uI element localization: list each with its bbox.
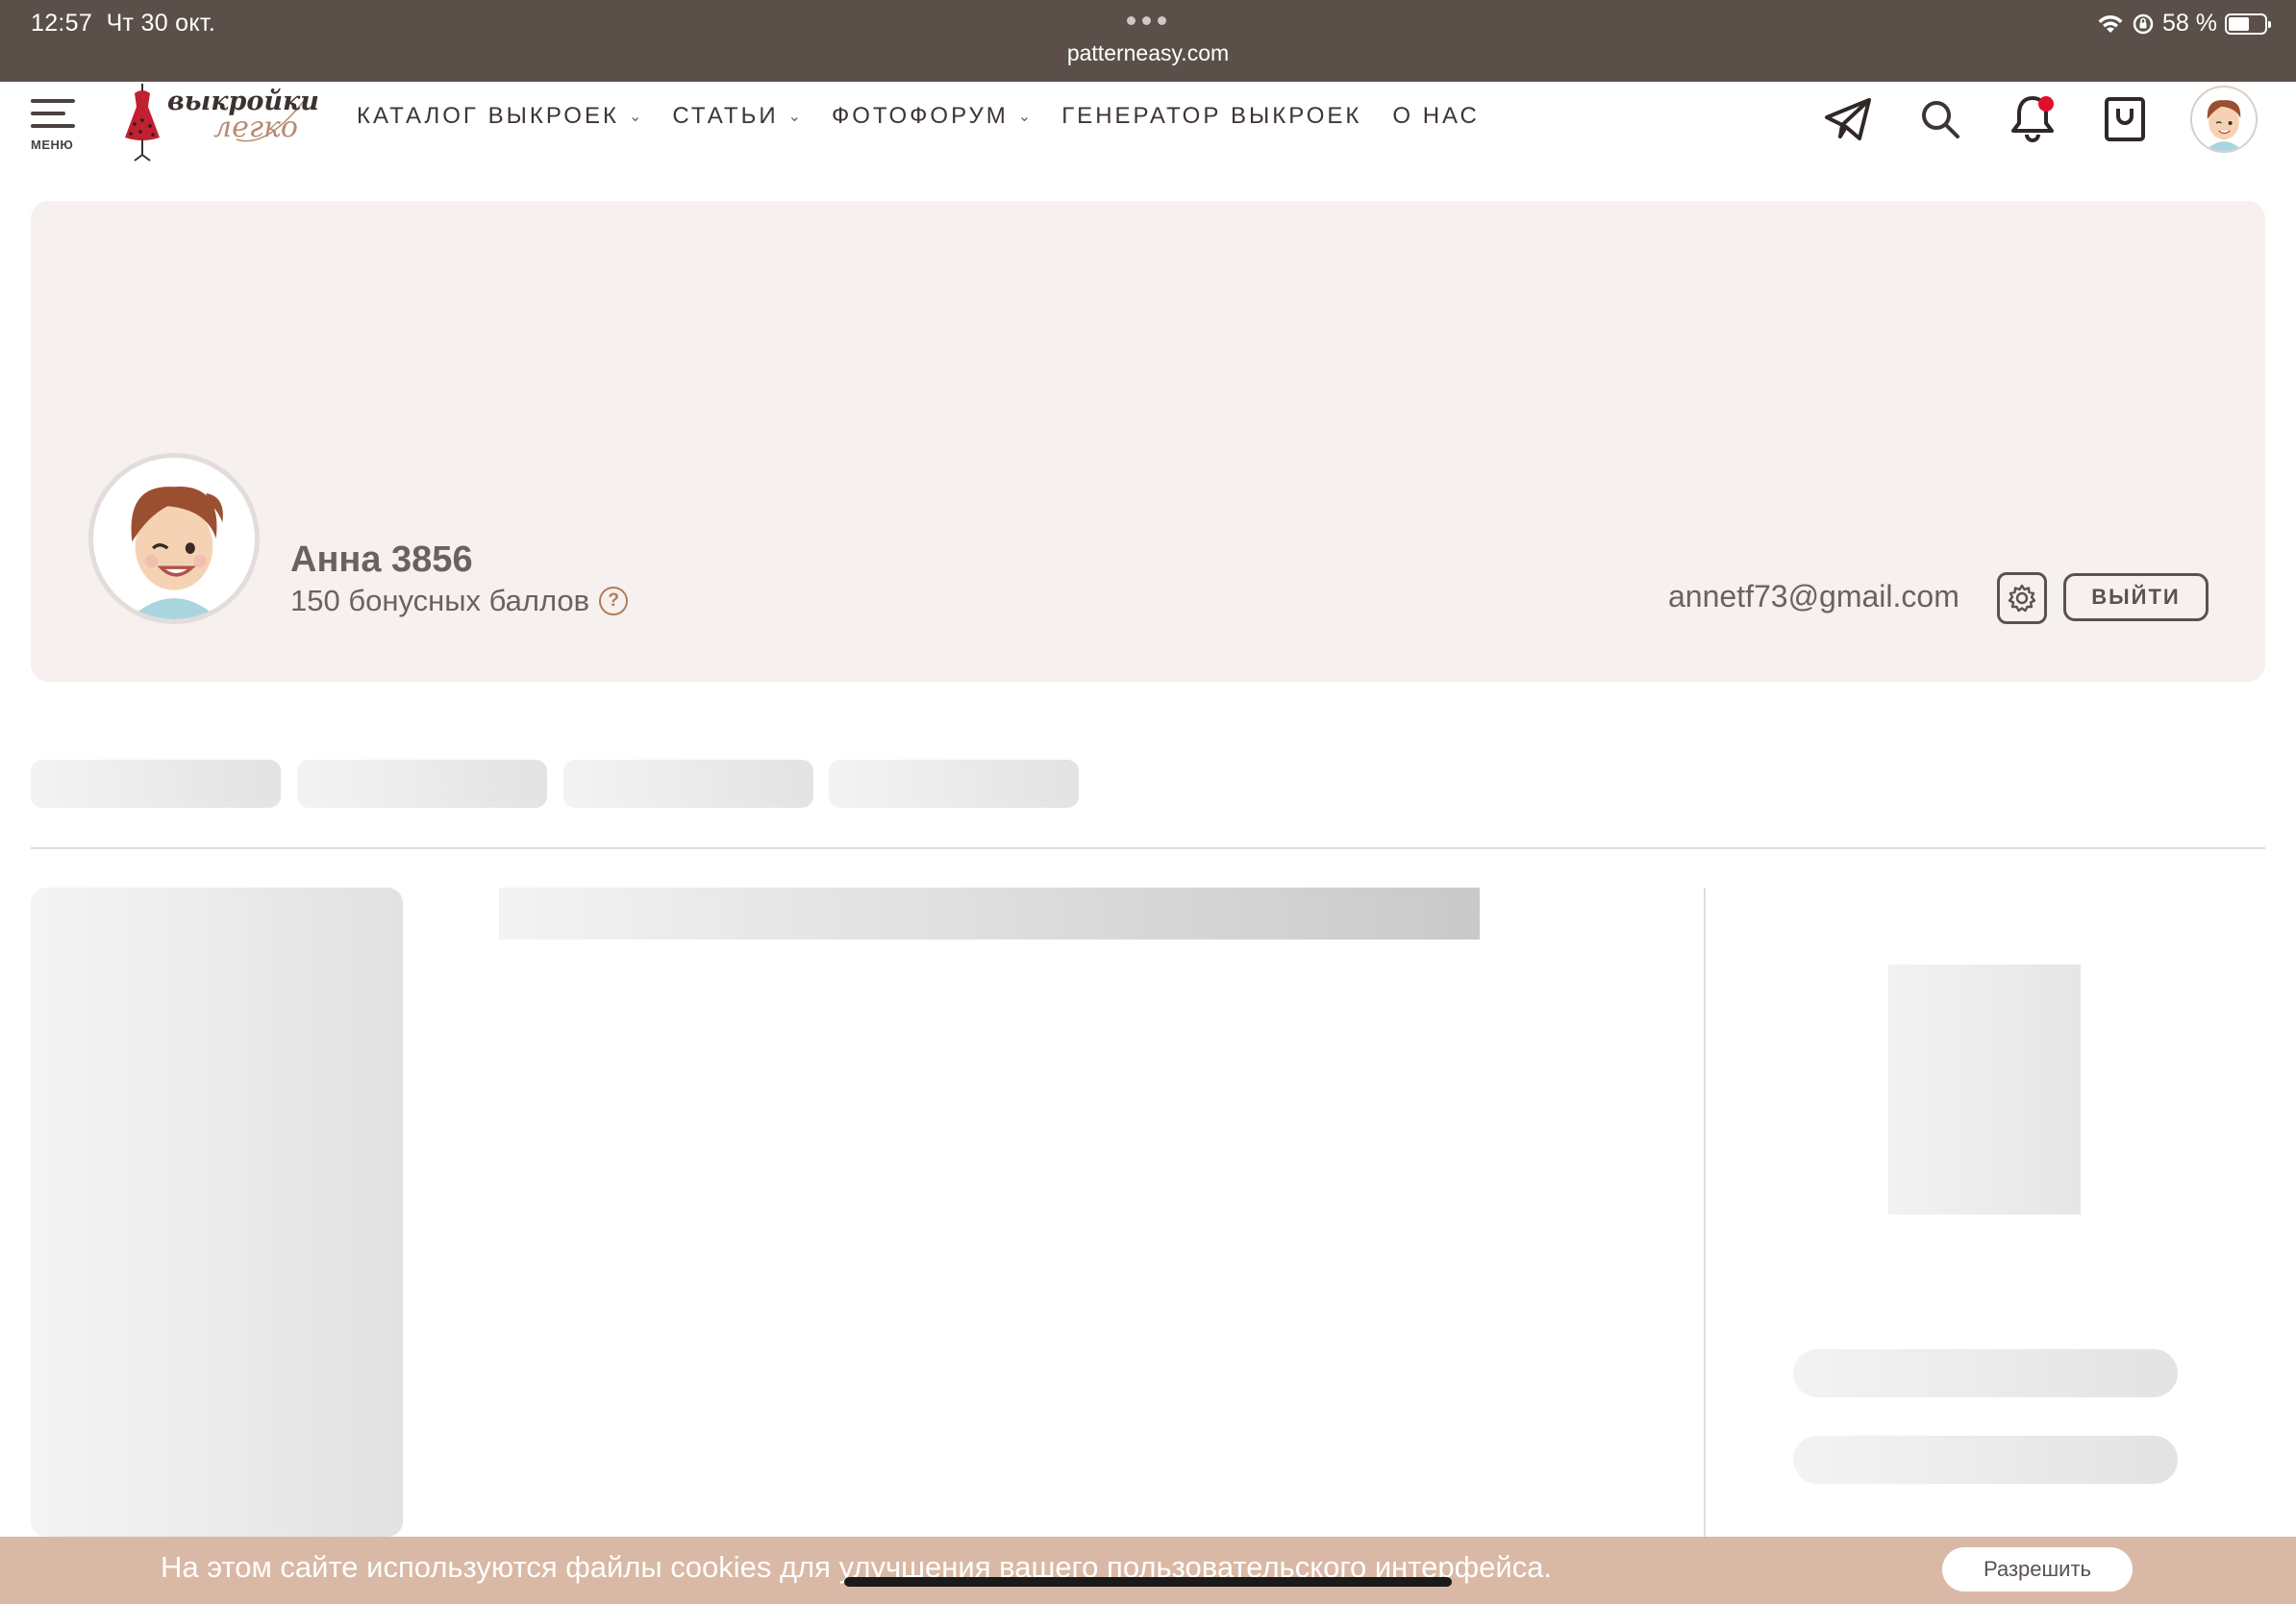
- help-icon[interactable]: ?: [599, 587, 629, 615]
- sidebar-skeleton: [31, 888, 403, 1537]
- tab-skeleton: [31, 760, 281, 808]
- cookie-banner: На этом сайте используются файлы cookies…: [0, 1537, 2296, 1604]
- home-indicator[interactable]: [844, 1577, 1452, 1587]
- site-header: МЕНЮ выкройки легко КАТАЛОГ ВЫКРОЕК ⌄ СТ…: [0, 82, 2296, 197]
- settings-button[interactable]: [1997, 572, 2047, 624]
- clock: 12:57: [31, 10, 93, 37]
- status-bar: 12:57 Чт 30 окт. patterneasy.com 58 %: [0, 0, 2296, 82]
- rotation-lock-icon: [2133, 13, 2154, 34]
- wifi-icon: [2098, 14, 2123, 33]
- chevron-down-icon: ⌄: [628, 109, 642, 125]
- battery-icon: [2225, 13, 2271, 35]
- nav-generator-label: ГЕНЕРАТОР ВЫКРОЕК: [1061, 103, 1362, 129]
- profile-email: annetf73@gmail.com: [1668, 579, 1959, 614]
- profile-name: Анна 3856: [290, 539, 473, 580]
- nav-articles[interactable]: СТАТЬИ ⌄: [672, 103, 801, 130]
- allow-cookies-button[interactable]: Разрешить: [1942, 1547, 2133, 1591]
- battery-fill: [2229, 16, 2249, 31]
- logo-subtext: легко: [213, 111, 298, 144]
- date: Чт 30 окт.: [106, 10, 216, 37]
- title-skeleton: [499, 888, 1480, 940]
- nav-catalog[interactable]: КАТАЛОГ ВЫКРОЕК ⌄: [357, 103, 641, 130]
- gear-icon: [2008, 584, 2036, 613]
- bell-icon[interactable]: [2006, 92, 2059, 146]
- main-nav: КАТАЛОГ ВЫКРОЕК ⌄ СТАТЬИ ⌄ ФОТОФОРУМ ⌄ Г…: [357, 103, 1480, 130]
- tab-skeleton: [563, 760, 813, 808]
- nav-generator[interactable]: ГЕНЕРАТОР ВЫКРОЕК: [1061, 103, 1361, 130]
- nav-photoforum-label: ФОТОФОРУМ: [831, 103, 1009, 129]
- line-skeleton: [1793, 1436, 2178, 1484]
- nav-about[interactable]: О НАС: [1392, 103, 1479, 130]
- tabs-divider: [31, 847, 2265, 849]
- user-avatar[interactable]: [2190, 86, 2258, 153]
- address-bar[interactable]: patterneasy.com: [0, 40, 2296, 66]
- nav-catalog-label: КАТАЛОГ ВЫКРОЕК: [357, 103, 619, 129]
- image-skeleton: [1888, 965, 2081, 1215]
- bag-icon[interactable]: [2098, 92, 2152, 146]
- line-skeleton: [1793, 1349, 2178, 1397]
- menu-label: МЕНЮ: [31, 138, 74, 152]
- bonus-text: 150 бонусных баллов: [290, 584, 590, 617]
- bonus-points: 150 бонусных баллов ?: [290, 584, 629, 618]
- logout-button[interactable]: ВЫЙТИ: [2063, 573, 2209, 621]
- profile-avatar[interactable]: [88, 453, 260, 624]
- status-time: 12:57 Чт 30 окт.: [31, 10, 215, 38]
- nav-articles-label: СТАТЬИ: [672, 103, 779, 129]
- tab-skeleton: [297, 760, 547, 808]
- battery-percent: 58 %: [2162, 10, 2217, 37]
- tab-skeleton: [829, 760, 1079, 808]
- telegram-icon[interactable]: [1821, 92, 1875, 146]
- tab-overview-dots[interactable]: [1127, 16, 1166, 25]
- content-divider: [1704, 888, 1706, 1537]
- nav-about-label: О НАС: [1392, 103, 1480, 129]
- profile-banner: Анна 3856 150 бонусных баллов ? annetf73…: [31, 201, 2265, 682]
- search-icon[interactable]: [1913, 92, 1967, 146]
- header-actions: [1821, 86, 2258, 153]
- nav-photoforum[interactable]: ФОТОФОРУМ ⌄: [832, 103, 1031, 130]
- status-indicators: 58 %: [2097, 10, 2271, 38]
- chevron-down-icon: ⌄: [787, 109, 801, 125]
- chevron-down-icon: ⌄: [1017, 109, 1032, 125]
